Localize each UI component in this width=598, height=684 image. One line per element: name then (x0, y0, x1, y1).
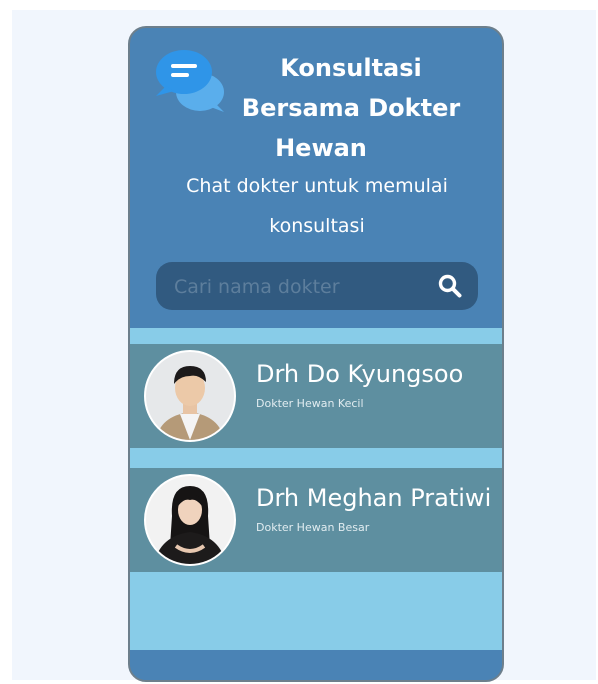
doctor-name: Drh Do Kyungsoo (256, 360, 464, 388)
doctor-list: Drh Do Kyungsoo Dokter Hewan Kecil Drh M… (130, 328, 502, 650)
doctor-specialty: Dokter Hewan Kecil (256, 397, 364, 410)
title-line: Konsultasi (280, 54, 422, 82)
chat-bubbles-icon (154, 48, 228, 114)
search-input[interactable] (172, 262, 426, 312)
title-line: Hewan (275, 134, 367, 162)
header: Konsultasi Bersama Dokter Hewan Chat dok… (130, 28, 502, 328)
doctor-name: Drh Meghan Pratiwi (256, 484, 492, 512)
title-line: Bersama Dokter (241, 94, 461, 122)
doctor-card[interactable]: Drh Meghan Pratiwi Dokter Hewan Besar (130, 468, 502, 572)
doctor-specialty: Dokter Hewan Besar (256, 521, 370, 534)
page-subtitle: Chat dokter untuk memulai konsultasi (162, 166, 472, 246)
doctor-card[interactable]: Drh Do Kyungsoo Dokter Hewan Kecil (130, 344, 502, 448)
subtitle-line: Chat dokter untuk memulai (186, 175, 448, 197)
female-doctor-photo (144, 474, 236, 566)
subtitle-line: konsultasi (269, 215, 365, 237)
search-bar (156, 262, 478, 312)
search-icon[interactable] (436, 272, 464, 300)
app-screen: Konsultasi Bersama Dokter Hewan Chat dok… (128, 26, 504, 682)
footer-bar (130, 650, 502, 680)
male-doctor-photo (144, 350, 236, 442)
page-title: Konsultasi Bersama Dokter Hewan (226, 48, 476, 168)
